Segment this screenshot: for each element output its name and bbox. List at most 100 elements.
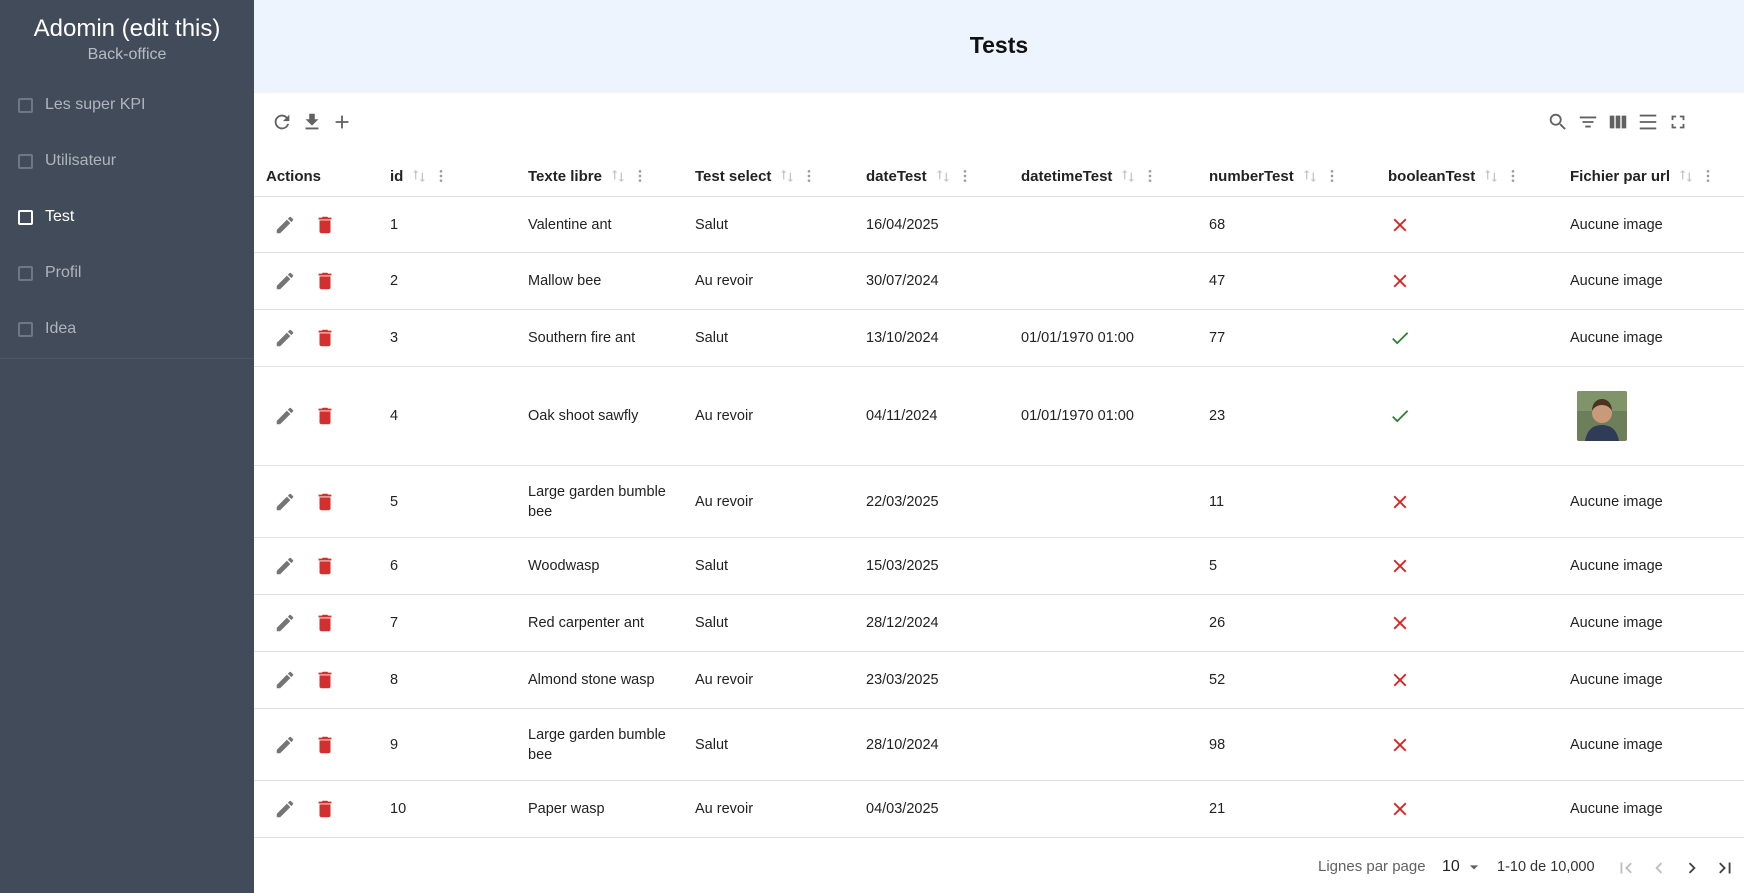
- previous-page-button[interactable]: [1645, 854, 1673, 882]
- avatar-image[interactable]: [1577, 391, 1627, 441]
- column-header-label: dateTest: [866, 167, 927, 185]
- delete-icon[interactable]: [309, 197, 341, 252]
- sidebar-nav: Les super KPI Utilisateur Test Profil Id…: [0, 68, 254, 359]
- cross-icon: [1389, 466, 1411, 537]
- cross-icon: [1389, 595, 1411, 651]
- add-button[interactable]: [324, 104, 360, 140]
- column-header-booleantest[interactable]: booleanTest: [1388, 155, 1521, 197]
- sidebar-item-idea[interactable]: Idea: [0, 301, 254, 357]
- cell-numbertest: 98: [1209, 736, 1226, 753]
- first-page-button[interactable]: [1612, 854, 1640, 882]
- column-menu-icon[interactable]: [1142, 168, 1158, 184]
- cell-id: 8: [390, 672, 399, 688]
- sidebar-item-label: Profil: [45, 264, 82, 281]
- cell-id: 10: [390, 801, 407, 817]
- cell-fichier-par-url: Aucune image: [1570, 558, 1663, 574]
- edit-icon[interactable]: [269, 253, 301, 309]
- sidebar-item-les-super-kpi[interactable]: Les super KPI: [0, 77, 254, 133]
- delete-icon[interactable]: [309, 466, 341, 537]
- rows-per-page-value: 10: [1442, 858, 1460, 875]
- cell-numbertest: 68: [1209, 216, 1226, 233]
- column-header-texte-libre[interactable]: Texte libre: [528, 155, 648, 197]
- table-row[interactable]: 1 Valentine ant Salut 16/04/2025 68 Aucune im…: [254, 197, 1744, 253]
- column-header-id[interactable]: id: [390, 155, 449, 197]
- cell-datetest: 30/07/2024: [866, 273, 939, 289]
- delete-icon[interactable]: [309, 367, 341, 465]
- table-row[interactable]: 5 Large garden bumble bee Au revoir 22/03/2…: [254, 466, 1744, 538]
- delete-icon[interactable]: [309, 538, 341, 594]
- cell-numbertest: 47: [1209, 273, 1226, 289]
- next-page-button[interactable]: [1678, 854, 1706, 882]
- sort-icon[interactable]: [779, 168, 795, 184]
- sort-icon[interactable]: [411, 168, 427, 184]
- cell-fichier-par-url: Aucune image: [1570, 672, 1663, 688]
- cell-datetest: 15/03/2025: [866, 558, 939, 574]
- cell-numbertest: 11: [1209, 493, 1225, 510]
- column-menu-icon[interactable]: [632, 168, 648, 184]
- column-header-label: Fichier par url: [1570, 167, 1671, 185]
- table-row[interactable]: 9 Large garden bumble bee Salut 28/10/2024 9…: [254, 709, 1744, 781]
- refresh-icon: [274, 114, 290, 130]
- sort-icon[interactable]: [1302, 168, 1318, 184]
- cell-id: 2: [390, 273, 399, 289]
- column-menu-icon[interactable]: [1505, 168, 1521, 184]
- edit-icon[interactable]: [269, 310, 301, 366]
- table-row[interactable]: 10 Paper wasp Au revoir 04/03/2025 21 Aucune …: [254, 781, 1744, 838]
- edit-icon[interactable]: [269, 595, 301, 651]
- sidebar-item-test[interactable]: Test: [0, 189, 254, 245]
- column-header-test-select[interactable]: Test select: [695, 155, 817, 197]
- fullscreen-button[interactable]: [1660, 104, 1696, 140]
- last-page-icon: [1719, 862, 1731, 874]
- sidebar-item-profil[interactable]: Profil: [0, 245, 254, 301]
- delete-icon[interactable]: [309, 253, 341, 309]
- column-header-numbertest[interactable]: numberTest: [1209, 155, 1340, 197]
- column-header-label: id: [390, 167, 404, 185]
- table-row[interactable]: 6 Woodwasp Salut 15/03/2025 5 Aucune image: [254, 538, 1744, 595]
- column-menu-icon[interactable]: [433, 168, 449, 184]
- column-header-datetimetest[interactable]: datetimeTest: [1021, 155, 1158, 197]
- sort-icon[interactable]: [1483, 168, 1499, 184]
- sidebar-item-utilisateur[interactable]: Utilisateur: [0, 133, 254, 189]
- table-row[interactable]: 4 Oak shoot sawfly Au revoir 04/11/2024 01/0…: [254, 367, 1744, 466]
- cell-texte-libre: Large garden bumble bee: [528, 483, 666, 520]
- edit-icon[interactable]: [269, 367, 301, 465]
- delete-icon[interactable]: [309, 595, 341, 651]
- column-menu-icon[interactable]: [801, 168, 817, 184]
- rows-per-page-select[interactable]: 10: [1442, 854, 1484, 880]
- sort-icon[interactable]: [935, 168, 951, 184]
- last-page-button[interactable]: [1711, 854, 1739, 882]
- table-row[interactable]: 8 Almond stone wasp Au revoir 23/03/2025 52 A…: [254, 652, 1744, 709]
- table-row[interactable]: 7 Red carpenter ant Salut 28/12/2024 26 Aucun…: [254, 595, 1744, 652]
- edit-icon[interactable]: [269, 781, 301, 837]
- checkbox-icon: [18, 209, 33, 225]
- fullscreen-icon: [1671, 115, 1685, 129]
- cross-icon: [1389, 197, 1411, 252]
- cell-numbertest: 5: [1209, 558, 1218, 574]
- column-header-datetest[interactable]: dateTest: [866, 155, 973, 197]
- cell-texte-libre: Red carpenter ant: [528, 615, 645, 631]
- delete-icon[interactable]: [309, 709, 341, 780]
- column-menu-icon[interactable]: [1700, 168, 1716, 184]
- delete-icon[interactable]: [309, 781, 341, 837]
- column-menu-icon[interactable]: [957, 168, 973, 184]
- page-header: Tests: [254, 0, 1744, 93]
- column-menu-icon[interactable]: [1324, 168, 1340, 184]
- sort-icon[interactable]: [610, 168, 626, 184]
- edit-icon[interactable]: [269, 709, 301, 780]
- column-header-fichier-par-url[interactable]: Fichier par url: [1570, 155, 1716, 197]
- sidebar: Adomin (edit this) Back-office Les super…: [0, 0, 254, 893]
- table-row[interactable]: 2 Mallow bee Au revoir 30/07/2024 47 Aucune i…: [254, 253, 1744, 310]
- edit-icon[interactable]: [269, 466, 301, 537]
- search-icon: [1549, 113, 1566, 130]
- column-header-label: numberTest: [1209, 167, 1294, 185]
- delete-icon[interactable]: [309, 310, 341, 366]
- delete-icon[interactable]: [309, 652, 341, 708]
- sidebar-item-label: Idea: [45, 320, 77, 337]
- sort-icon[interactable]: [1678, 168, 1694, 184]
- edit-icon[interactable]: [269, 197, 301, 252]
- edit-icon[interactable]: [269, 652, 301, 708]
- sort-icon[interactable]: [1120, 168, 1136, 184]
- edit-icon[interactable]: [269, 538, 301, 594]
- table-row[interactable]: 3 Southern fire ant Salut 13/10/2024 01/01/1…: [254, 310, 1744, 367]
- add-icon: [335, 115, 349, 129]
